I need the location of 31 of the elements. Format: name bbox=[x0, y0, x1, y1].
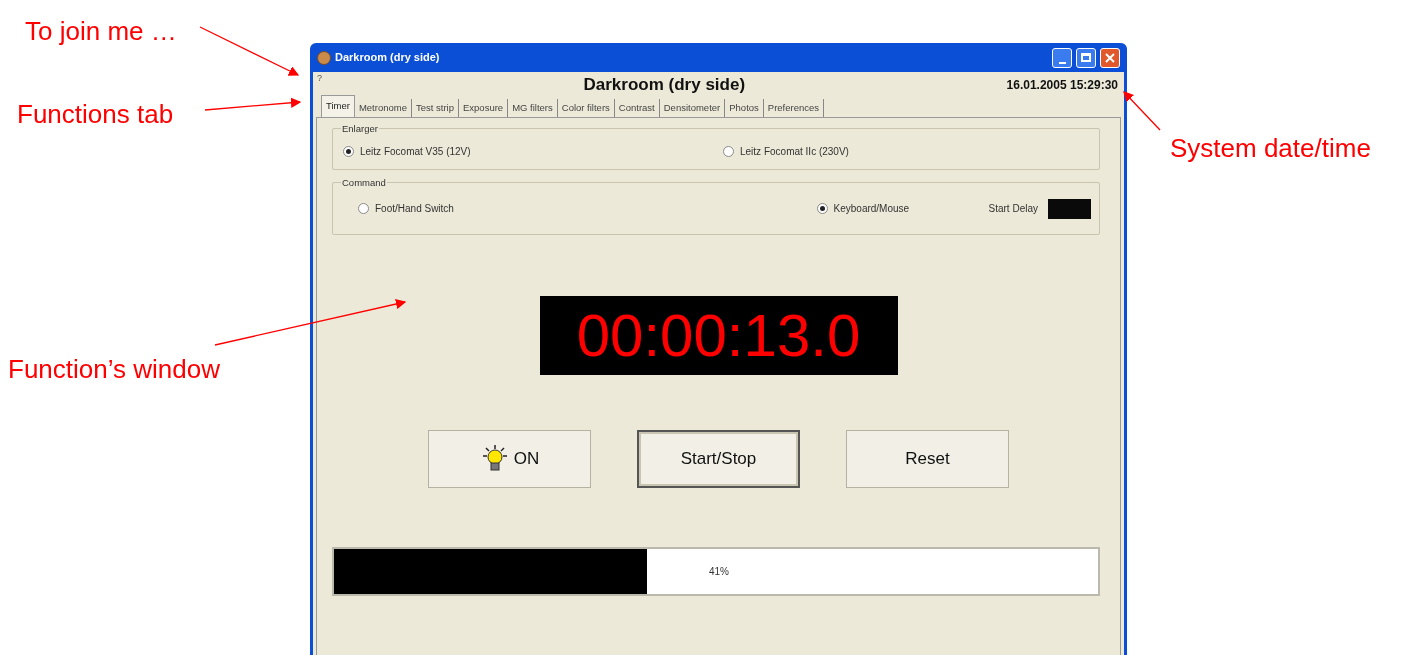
radio-button[interactable] bbox=[343, 145, 354, 157]
start-delay-label: Start Delay bbox=[988, 202, 1038, 216]
action-button[interactable]: Reset bbox=[846, 430, 1009, 488]
light-button[interactable]: ON bbox=[428, 430, 591, 488]
annotation-label: System date/time bbox=[1170, 132, 1371, 165]
radio-label: Keyboard/Mouse bbox=[833, 202, 910, 216]
start-delay-display bbox=[1048, 198, 1091, 219]
annotation-label: Function’s window bbox=[8, 353, 220, 386]
app-icon bbox=[317, 50, 331, 65]
function-tab[interactable]: Timer bbox=[321, 95, 355, 117]
timer-display: 00:00:13.0 bbox=[539, 296, 898, 375]
radio-label: Leitz Focomat IIc (230V) bbox=[740, 144, 849, 159]
group-label: Enlarger bbox=[341, 122, 379, 137]
close-icon bbox=[1105, 52, 1115, 63]
action-button[interactable]: Start/Stop bbox=[637, 430, 800, 488]
annotation-label: Functions tab bbox=[17, 98, 174, 131]
maximize-button[interactable] bbox=[1076, 47, 1096, 68]
radio-label: Foot/Hand Switch bbox=[375, 202, 454, 216]
close-button[interactable] bbox=[1100, 47, 1120, 68]
annotation-label: To join me … bbox=[25, 15, 177, 48]
help-menu[interactable]: ? bbox=[317, 72, 322, 86]
radio-button[interactable] bbox=[816, 203, 828, 214]
radio-button[interactable] bbox=[358, 203, 369, 214]
window-title: Darkroom (dry side) bbox=[335, 50, 441, 66]
system-datetime: 16.01.2005 15:29:30 bbox=[1006, 77, 1119, 94]
radio-label: Leitz Focomat V35 (12V) bbox=[360, 144, 471, 159]
radio-button[interactable] bbox=[723, 145, 734, 157]
annotation-arrow bbox=[1123, 91, 1161, 131]
minimize-button[interactable] bbox=[1052, 47, 1072, 68]
progress-percent: 41% bbox=[709, 565, 729, 579]
app-heading: Darkroom (dry side) bbox=[582, 74, 747, 96]
